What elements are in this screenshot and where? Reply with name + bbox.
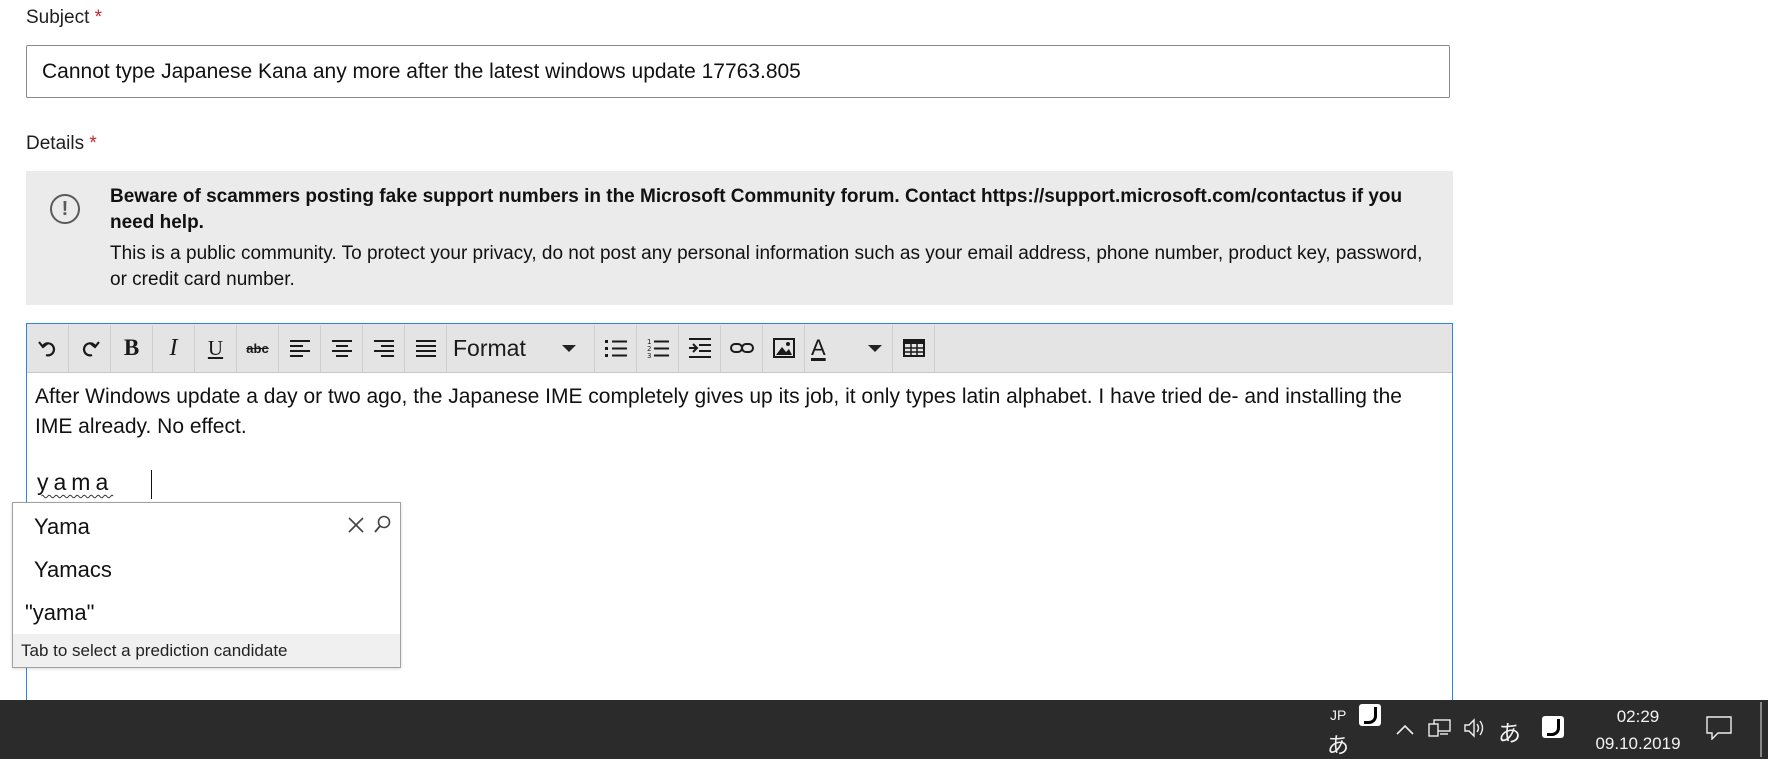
table-icon[interactable] xyxy=(893,324,935,372)
indent-icon[interactable] xyxy=(679,324,721,372)
details-label: Details * xyxy=(26,133,97,155)
ime-app-icon[interactable] xyxy=(1359,704,1381,726)
ime-composition-text: yama xyxy=(37,469,114,495)
subject-label: Subject * xyxy=(26,7,102,29)
action-center-icon[interactable] xyxy=(1706,716,1732,745)
search-icon[interactable] xyxy=(373,515,391,539)
chevron-down-icon xyxy=(562,344,576,352)
format-label: Format xyxy=(453,334,526,361)
align-right-icon[interactable] xyxy=(363,324,405,372)
volume-icon[interactable] xyxy=(1463,718,1487,743)
link-icon[interactable] xyxy=(721,324,763,372)
ime-app-icon[interactable] xyxy=(1542,716,1564,738)
align-center-icon[interactable] xyxy=(321,324,363,372)
undo-icon[interactable] xyxy=(27,324,69,372)
redo-icon[interactable] xyxy=(69,324,111,372)
prediction-candidate[interactable]: Yamacs xyxy=(34,557,112,583)
show-desktop-button[interactable] xyxy=(1760,702,1762,757)
ime-mode-indicator[interactable]: あ xyxy=(1498,714,1521,748)
bold-icon[interactable]: B xyxy=(111,324,153,372)
clock-date[interactable]: 09.10.2019 xyxy=(1590,734,1686,754)
prediction-candidate[interactable]: Yama xyxy=(34,514,90,540)
italic-icon[interactable]: I xyxy=(153,324,195,372)
ime-mode-indicator[interactable]: あ xyxy=(1327,728,1349,760)
clock-time[interactable]: 02:29 xyxy=(1613,707,1663,727)
justify-icon[interactable] xyxy=(405,324,447,372)
align-left-icon[interactable] xyxy=(279,324,321,372)
taskbar: JP あ あ 02:29 09.10.2019 xyxy=(0,700,1768,759)
svg-text:3: 3 xyxy=(647,352,651,358)
close-icon[interactable] xyxy=(347,516,365,539)
chevron-up-icon[interactable] xyxy=(1396,722,1414,740)
popup-hint: Tab to select a prediction candidate xyxy=(13,634,400,667)
underline-icon[interactable]: U xyxy=(195,324,237,372)
privacy-text: This is a public community. To protect y… xyxy=(110,243,1423,290)
prediction-candidate[interactable]: "yama" xyxy=(25,600,94,626)
editor-toolbar: B I U abc Format 123 A xyxy=(27,324,1452,373)
exclamation-circle-icon: ! xyxy=(50,194,80,224)
subject-input[interactable]: Cannot type Japanese Kana any more after… xyxy=(26,45,1450,98)
scam-warning-text: Beware of scammers posting fake support … xyxy=(110,186,1403,233)
text-cursor xyxy=(151,470,152,499)
required-mark: * xyxy=(94,7,103,28)
format-dropdown[interactable]: Format xyxy=(447,324,595,372)
input-language-indicator[interactable]: JP xyxy=(1330,707,1346,723)
font-color-dropdown[interactable]: A xyxy=(805,324,893,372)
required-mark: * xyxy=(89,133,97,154)
subject-label-text: Subject xyxy=(26,7,90,28)
font-color-icon: A xyxy=(811,335,826,360)
numbered-list-icon[interactable]: 123 xyxy=(637,324,679,372)
privacy-notice: ! Beware of scammers posting fake suppor… xyxy=(26,171,1453,305)
strikethrough-icon[interactable]: abc xyxy=(237,324,279,372)
image-icon[interactable] xyxy=(763,324,805,372)
bulleted-list-icon[interactable] xyxy=(595,324,637,372)
details-label-text: Details xyxy=(26,133,85,154)
network-icon[interactable] xyxy=(1428,718,1452,743)
editor-body-text: After Windows update a day or two ago, t… xyxy=(35,385,1402,438)
chevron-down-icon xyxy=(868,344,882,352)
ime-prediction-popup: Yama Yamacs "yama" Tab to select a predi… xyxy=(12,502,401,668)
